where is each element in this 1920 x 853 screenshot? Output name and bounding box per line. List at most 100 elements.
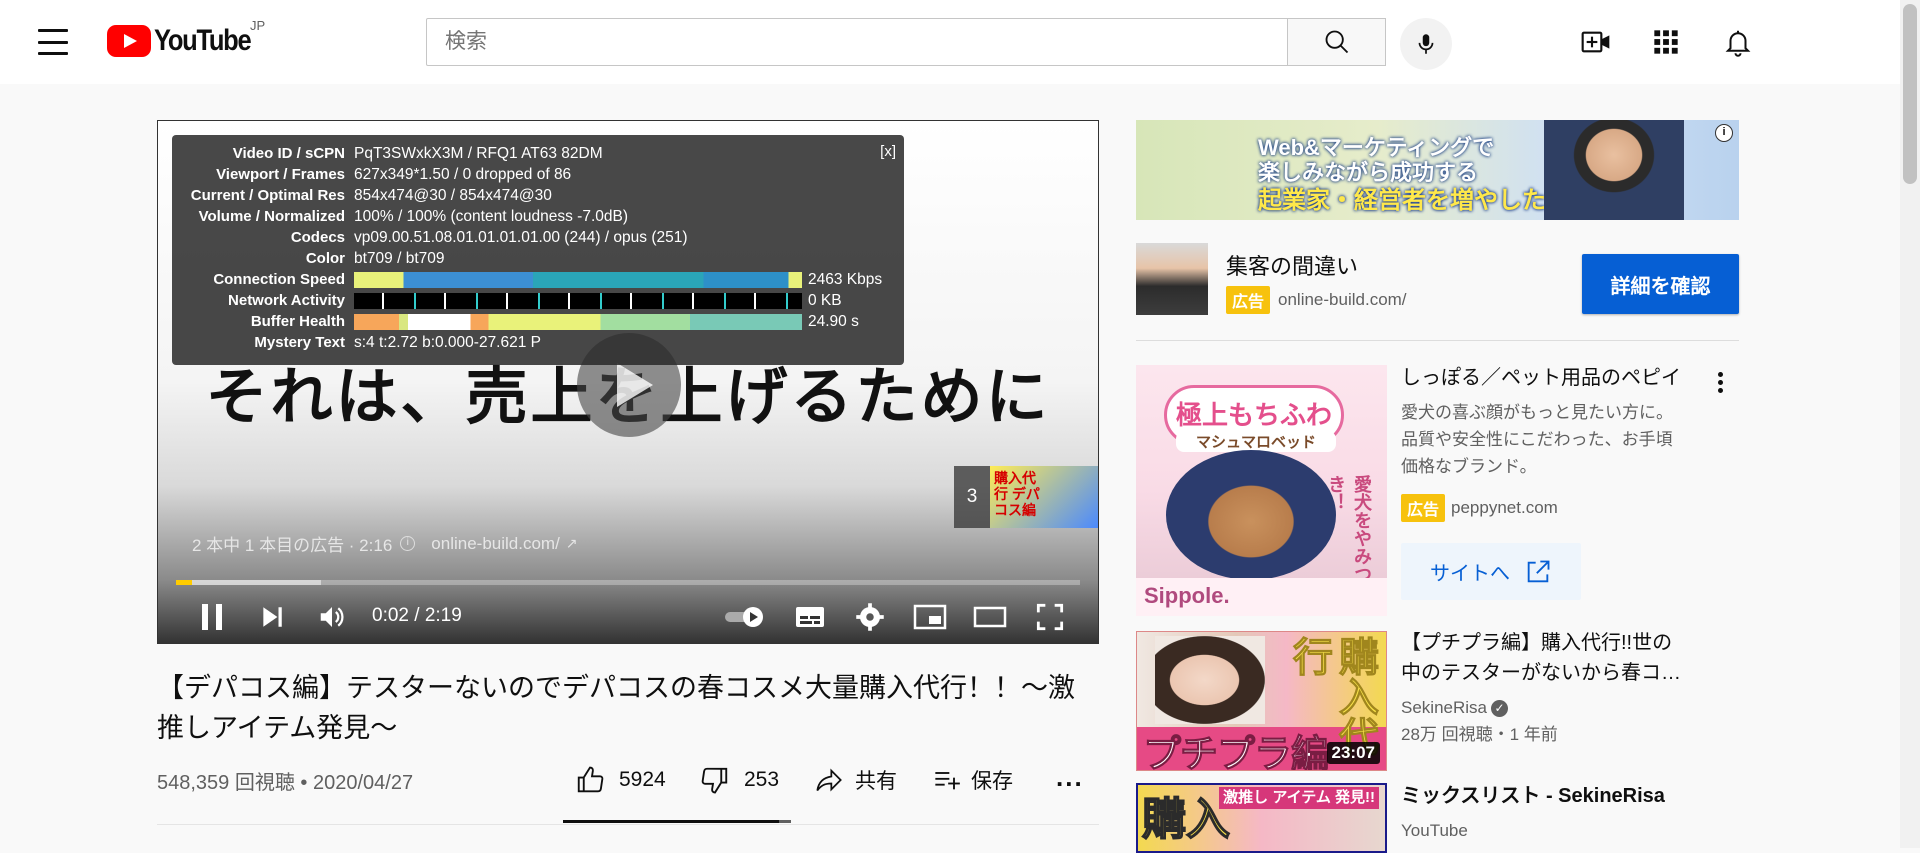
autoplay-toggle[interactable] xyxy=(720,597,770,637)
time-display: 0:02 / 2:19 xyxy=(372,605,462,626)
ad-badge: 広告 xyxy=(1226,286,1271,314)
fullscreen-button[interactable] xyxy=(1030,597,1070,637)
stat-row: Network Activity 0 KB xyxy=(228,291,842,310)
ad-preview-thumbnail: 購入代行 デパコス編 xyxy=(990,466,1098,528)
channel-row: SekineRisa ✓ xyxy=(1401,694,1508,721)
stat-row: Viewport / Frames 627x349*1.50 / 0 droppe… xyxy=(216,165,572,184)
video-title: 【デパコス編】テスターないのでデパコスの春コスメ大量購入代行！！〜激推しアイテム… xyxy=(157,673,1075,743)
settings-button[interactable] xyxy=(850,597,890,637)
mix-thumbnail[interactable]: 購入 激推し アイテム 発見!! xyxy=(1136,783,1387,853)
fullscreen-icon xyxy=(1036,603,1064,631)
ad-url-row: 広告 online-build.com/ xyxy=(1226,286,1407,314)
stats-for-nerds-panel: [x] Video ID / sCPN PqT3SWxkX3M / RFQ1 AT… xyxy=(172,135,904,365)
region-code: JP xyxy=(250,18,266,33)
promo-description-2: 品質や安全性にこだわった、お手頃 xyxy=(1401,430,1673,449)
progress-bar[interactable] xyxy=(176,580,1080,585)
pause-icon xyxy=(202,604,222,630)
save-label: 保存 xyxy=(971,770,1013,793)
external-link-icon xyxy=(1527,560,1550,582)
learn-more-button[interactable]: 詳細を確認 xyxy=(1582,254,1739,314)
progress-played xyxy=(176,580,193,585)
like-ratio-bar xyxy=(563,820,791,823)
volume-icon xyxy=(320,607,344,627)
volume-button[interactable] xyxy=(312,597,352,637)
search-button[interactable] xyxy=(1288,18,1386,66)
bell-icon xyxy=(1725,30,1751,57)
video-title-line-1[interactable]: 【プチプラ編】購入代行!!世の xyxy=(1401,628,1672,658)
ad-domain-link[interactable]: online-build.com/ xyxy=(431,534,560,554)
promo-description-3: 価格なブランド。 xyxy=(1401,457,1537,476)
apps-button[interactable] xyxy=(1648,24,1684,60)
save-button[interactable]: 保存 xyxy=(931,765,1013,795)
mix-thumbnail-badge: 激推し アイテム 発見!! xyxy=(1219,787,1379,809)
notifications-button[interactable] xyxy=(1720,24,1756,60)
subtitles-button[interactable] xyxy=(790,597,830,637)
video-meta: 28万 回視聴・1 年前 xyxy=(1401,725,1558,744)
more-actions-button[interactable]: ... xyxy=(1056,762,1084,792)
search-input[interactable] xyxy=(427,19,1287,65)
stat-row: Current / Optimal Res 854x474@30 / 854x47… xyxy=(190,186,552,205)
progress-buffered xyxy=(176,580,321,585)
video-title-line-2[interactable]: 中のテスターがないから春コ… xyxy=(1401,658,1681,688)
promo-url-row: 広告 peppynet.com xyxy=(1401,494,1558,522)
view-count-date: 548,359 回視聴 • 2020/04/27 xyxy=(157,772,414,794)
share-icon xyxy=(816,768,842,792)
like-button[interactable]: 5924 xyxy=(575,765,666,795)
promo-brand: Sippole. xyxy=(1136,578,1387,616)
thumbnail-person xyxy=(1155,636,1265,724)
playlist-add-icon xyxy=(935,772,960,790)
apps-grid-icon xyxy=(1654,30,1678,54)
verified-check-icon: ✓ xyxy=(1491,700,1508,718)
create-video-button[interactable] xyxy=(1578,24,1614,60)
closed-captions-icon xyxy=(796,607,824,627)
next-ad-preview[interactable]: 3 購入代行 デパコス編 xyxy=(954,466,1098,528)
page-scrollbar[interactable] xyxy=(1900,0,1920,848)
channel-name[interactable]: SekineRisa xyxy=(1401,698,1487,717)
microphone-icon xyxy=(1418,34,1434,54)
voice-search-button[interactable] xyxy=(1400,18,1452,70)
buffer-health-graph xyxy=(354,313,802,330)
stat-row: Color bt709 / bt709 xyxy=(305,249,445,268)
ad-info-icon[interactable]: i xyxy=(1715,124,1733,142)
menu-icon[interactable] xyxy=(38,29,68,55)
promo-title[interactable]: しっぽる／ペット用品のペピイ xyxy=(1401,363,1681,393)
share-button[interactable]: 共有 xyxy=(813,765,897,795)
more-icon: ... xyxy=(1056,762,1084,792)
promo-thumbnail[interactable]: 極上もちふわ マシュマロベッド 愛犬をやみつき！ Sippole. xyxy=(1136,365,1387,616)
next-button[interactable] xyxy=(252,597,292,637)
player-controls: 0:02 / 2:19 xyxy=(158,591,1098,643)
ad-url: online-build.com/ xyxy=(1278,290,1407,309)
dislike-button[interactable]: 253 xyxy=(700,765,779,795)
pause-button[interactable] xyxy=(192,597,232,637)
thumbs-up-icon xyxy=(577,766,604,793)
info-icon[interactable]: i xyxy=(400,536,416,551)
video-player[interactable]: それは、売上を上げるために [x] Video ID / sCPNPqT3SWx… xyxy=(157,120,1099,644)
video-thumbnail[interactable]: プチプラ編 購入代行 23:07 xyxy=(1136,631,1387,771)
stat-row: Mystery Text s:4 t:2.72 b:0.000-27.621 P xyxy=(254,333,541,352)
share-label: 共有 xyxy=(855,770,897,793)
logo-text: YouTube xyxy=(154,24,252,57)
scrollbar-thumb[interactable] xyxy=(1903,4,1917,184)
external-link-icon: ↗ xyxy=(565,535,578,551)
visit-site-button[interactable]: サイトへ xyxy=(1401,543,1581,600)
promo-description-1: 愛犬の喜ぶ顔がもっと見たい方に。 xyxy=(1401,403,1673,422)
visit-site-label: サイトへ xyxy=(1430,563,1510,585)
close-stats-button[interactable]: [x] xyxy=(880,143,896,160)
advertiser-avatar xyxy=(1136,243,1208,315)
theater-mode-button[interactable] xyxy=(970,597,1010,637)
mix-title[interactable]: ミックスリスト - SekineRisa xyxy=(1401,781,1665,811)
stat-row: Connection Speed 2463 Kbps xyxy=(213,270,883,289)
top-bar: YouTube JP xyxy=(0,0,1900,84)
autoplay-toggle-icon xyxy=(725,607,763,627)
youtube-logo[interactable]: YouTube JP xyxy=(107,18,267,58)
network-activity-graph xyxy=(354,292,802,309)
stat-row: Volume / Normalized 100% / 100% (content … xyxy=(198,207,629,226)
search-icon xyxy=(1325,30,1348,54)
miniplayer-button[interactable] xyxy=(910,597,950,637)
stat-row: Buffer Health 24.90 s xyxy=(250,312,859,331)
youtube-play-icon xyxy=(107,25,151,57)
ad-info: 2 本中 1 本目の広告 · 2:16 i online-build.com/ … xyxy=(192,531,578,556)
dislike-count: 253 xyxy=(744,768,780,791)
banner-ad[interactable]: Web&マーケティングで 楽しみながら成功する 起業家・経営者を増やしたい！ i xyxy=(1136,120,1739,220)
more-options-icon[interactable] xyxy=(1718,372,1724,396)
